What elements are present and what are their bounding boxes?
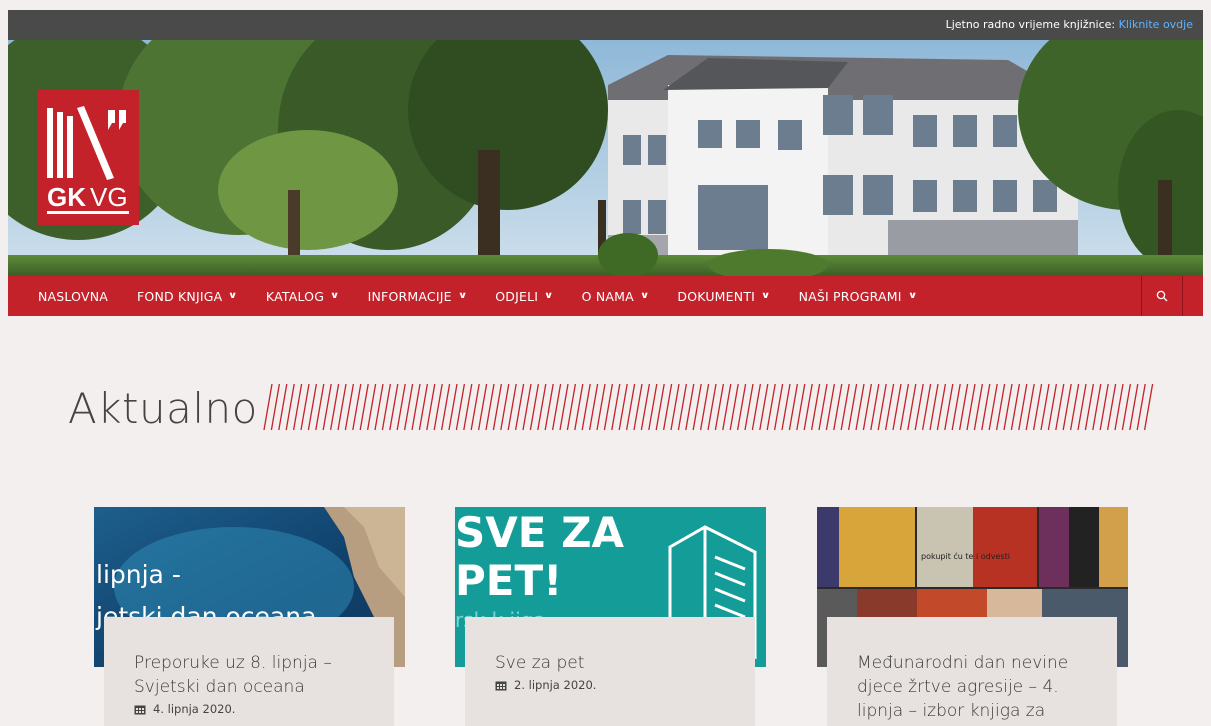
post-date-text: 2. lipnja 2020. bbox=[514, 678, 597, 692]
card-image-text-2: PET! bbox=[455, 556, 562, 605]
logo-text-light: VG bbox=[90, 182, 128, 212]
post-card-1[interactable]: Preporuke uz 8. lipnja – Svjetski dan oc… bbox=[104, 617, 394, 726]
chevron-down-icon: ∨ bbox=[457, 291, 468, 301]
nav-item-fond-knjiga[interactable]: FOND KNJIGA ∨ bbox=[137, 276, 239, 316]
nav-item-label: NAŠI PROGRAMI bbox=[798, 288, 902, 304]
nav-item-nasi-programi[interactable]: NAŠI PROGRAMI ∨ bbox=[799, 276, 917, 316]
chevron-down-icon: ∨ bbox=[907, 291, 918, 301]
nav-menu: NASLOVNA FOND KNJIGA ∨ KATALOG ∨ INFORMACI… bbox=[38, 276, 945, 316]
nav-item-label: ODJELI bbox=[495, 288, 539, 304]
nav-item-katalog[interactable]: KATALOG ∨ bbox=[265, 276, 340, 316]
calendar-icon bbox=[134, 705, 146, 714]
post-date-text: 4. lipnja 2020. bbox=[153, 702, 236, 716]
post-date: 4. lipnja 2020. bbox=[134, 702, 364, 716]
nav-item-naslovna[interactable]: NASLOVNA bbox=[38, 276, 108, 316]
nav-item-o-nama[interactable]: O NAMA ∨ bbox=[581, 276, 650, 316]
post-title[interactable]: Međunarodni dan nevine djece žrtve agres… bbox=[857, 651, 1087, 726]
title-hatch-decoration bbox=[263, 383, 1154, 431]
main-nav: NASLOVNA FOND KNJIGA ∨ KATALOG ∨ INFORMACI… bbox=[8, 276, 1203, 316]
card-image-text-1: lipnja - bbox=[96, 560, 181, 589]
summer-hours-link[interactable]: Kliknite ovdje bbox=[1119, 18, 1193, 31]
summer-hours-notice: Ljetno radno vrijeme knjižnice: Kliknite… bbox=[946, 18, 1193, 31]
chevron-down-icon: ∨ bbox=[228, 291, 239, 301]
hero-image bbox=[8, 40, 1203, 276]
nav-item-informacije[interactable]: INFORMACIJE ∨ bbox=[368, 276, 467, 316]
post-date: 2. lipnja 2020. bbox=[495, 678, 725, 692]
library-logo[interactable]: GK VG bbox=[38, 90, 139, 225]
logo-text-bold: GK bbox=[47, 182, 86, 212]
post-card-3[interactable]: Međunarodni dan nevine djece žrtve agres… bbox=[827, 617, 1117, 726]
nav-item-label: KATALOG bbox=[265, 288, 325, 304]
search-button[interactable] bbox=[1141, 276, 1183, 316]
nav-item-odjeli[interactable]: ODJELI ∨ bbox=[495, 276, 554, 316]
nav-item-dokumenti[interactable]: DOKUMENTI ∨ bbox=[677, 276, 771, 316]
chevron-down-icon: ∨ bbox=[639, 291, 650, 301]
post-card-2[interactable]: Sve za pet 2. lipnja 2020. bbox=[465, 617, 755, 726]
calendar-icon bbox=[495, 681, 507, 690]
nav-item-label: NASLOVNA bbox=[38, 288, 109, 304]
card-image-text-1: SVE ZA bbox=[455, 508, 625, 557]
top-bar: Ljetno radno vrijeme knjižnice: Kliknite… bbox=[8, 10, 1203, 40]
card-image-text-1: pokupit ću te i odvesti bbox=[921, 551, 1010, 561]
post-title[interactable]: Preporuke uz 8. lipnja – Svjetski dan oc… bbox=[134, 651, 364, 699]
chevron-down-icon: ∨ bbox=[329, 291, 340, 301]
nav-item-label: INFORMACIJE bbox=[367, 288, 452, 304]
nav-item-label: O NAMA bbox=[581, 288, 634, 304]
nav-item-label: DOKUMENTI bbox=[677, 288, 756, 304]
section-title: Aktualno bbox=[68, 384, 258, 433]
chevron-down-icon: ∨ bbox=[760, 291, 771, 301]
post-title[interactable]: Sve za pet bbox=[495, 651, 725, 675]
summer-hours-text: Ljetno radno vrijeme knjižnice: bbox=[945, 18, 1119, 31]
chevron-down-icon: ∨ bbox=[543, 291, 554, 301]
search-icon bbox=[1156, 290, 1168, 302]
nav-item-label: FOND KNJIGA bbox=[137, 288, 223, 304]
